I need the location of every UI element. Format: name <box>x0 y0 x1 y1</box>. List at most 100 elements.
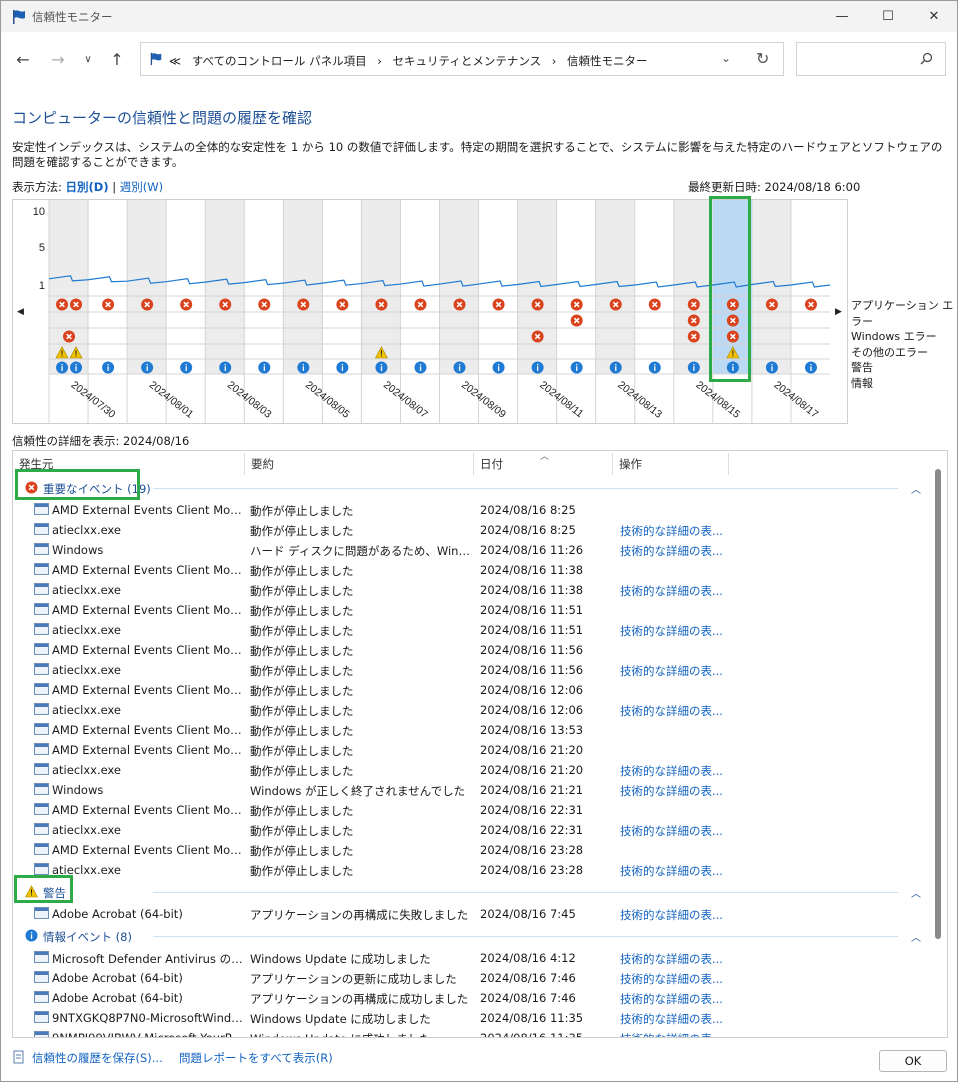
event-row[interactable]: atieclxx.exe 動作が停止しました 2024/08/16 23:28 … <box>13 859 933 879</box>
technical-details-link[interactable]: 技術的な詳細の表... <box>620 523 723 539</box>
error-icon[interactable] <box>63 330 76 343</box>
info-icon[interactable] <box>687 361 700 374</box>
event-row[interactable]: atieclxx.exe 動作が停止しました 2024/08/16 21:20 … <box>13 759 933 779</box>
error-icon[interactable] <box>531 330 544 343</box>
forward-button[interactable]: → <box>46 45 70 73</box>
info-icon[interactable] <box>336 361 349 374</box>
info-icon[interactable] <box>492 361 505 374</box>
collapse-chevron-icon[interactable]: ︿ <box>911 885 921 900</box>
technical-details-link[interactable]: 技術的な詳細の表... <box>620 783 723 799</box>
event-row[interactable]: AMD External Events Client Module 動作が停止し… <box>13 639 933 659</box>
error-icon[interactable] <box>804 298 817 311</box>
collapse-chevron-icon[interactable]: ︿ <box>911 929 921 944</box>
vertical-scrollbar[interactable] <box>935 469 941 939</box>
event-row[interactable]: atieclxx.exe 動作が停止しました 2024/08/16 11:38 … <box>13 579 933 599</box>
collapse-chevron-icon[interactable]: ︿ <box>911 481 921 496</box>
up-button[interactable]: ↑ <box>105 45 129 73</box>
error-icon[interactable] <box>414 298 427 311</box>
technical-details-link[interactable]: 技術的な詳細の表... <box>620 951 723 967</box>
error-icon[interactable] <box>609 298 622 311</box>
error-icon[interactable] <box>258 298 271 311</box>
event-row[interactable]: 9NMPJ99VJBWV-Microsoft.YourPh... Windows… <box>13 1027 933 1037</box>
close-button[interactable]: ✕ <box>911 1 957 32</box>
technical-details-link[interactable]: 技術的な詳細の表... <box>620 763 723 779</box>
info-icon[interactable] <box>258 361 271 374</box>
chart-scroll-left-button[interactable]: ◀ <box>17 307 24 317</box>
info-icon[interactable] <box>219 361 232 374</box>
info-icon[interactable] <box>804 361 817 374</box>
info-icon[interactable] <box>70 361 83 374</box>
info-icon[interactable] <box>531 361 544 374</box>
event-row[interactable]: AMD External Events Client Module 動作が停止し… <box>13 839 933 859</box>
event-row[interactable]: atieclxx.exe 動作が停止しました 2024/08/16 11:51 … <box>13 619 933 639</box>
event-row[interactable]: AMD External Events Client Module 動作が停止し… <box>13 499 933 519</box>
save-history-link[interactable]: 信頼性の履歴を保存(S)... <box>32 1050 163 1066</box>
event-row[interactable]: AMD External Events Client Module 動作が停止し… <box>13 799 933 819</box>
info-icon[interactable] <box>180 361 193 374</box>
search-input[interactable] <box>796 42 946 76</box>
address-dropdown-icon[interactable]: ⌄ <box>721 51 731 65</box>
back-button[interactable]: ← <box>11 45 35 73</box>
event-row[interactable]: AMD External Events Client Module 動作が停止し… <box>13 739 933 759</box>
error-icon[interactable] <box>492 298 505 311</box>
technical-details-link[interactable]: 技術的な詳細の表... <box>620 663 723 679</box>
view-daily-link[interactable]: 日別(D) <box>66 180 109 194</box>
error-icon[interactable] <box>297 298 310 311</box>
event-row[interactable]: AMD External Events Client Module 動作が停止し… <box>13 679 933 699</box>
info-icon[interactable] <box>453 361 466 374</box>
group-header-warning[interactable]: 警告 ︿ <box>13 881 933 903</box>
event-row[interactable]: Windows ハード ディスクに問題があるため、Windows ... 202… <box>13 539 933 559</box>
event-row[interactable]: Windows Windows が正しく終了されませんでした 2024/08/1… <box>13 779 933 799</box>
event-row[interactable]: atieclxx.exe 動作が停止しました 2024/08/16 11:56 … <box>13 659 933 679</box>
error-icon[interactable] <box>687 298 700 311</box>
technical-details-link[interactable]: 技術的な詳細の表... <box>620 971 723 987</box>
technical-details-link[interactable]: 技術的な詳細の表... <box>620 623 723 639</box>
error-icon[interactable] <box>570 314 583 327</box>
breadcrumb-separator[interactable]: › <box>552 54 557 68</box>
column-header-action[interactable]: 操作 <box>613 451 728 477</box>
group-header-info[interactable]: 情報イベント (8) ︿ <box>13 925 933 947</box>
error-icon[interactable] <box>141 298 154 311</box>
info-icon[interactable] <box>56 361 69 374</box>
error-icon[interactable] <box>687 330 700 343</box>
technical-details-link[interactable]: 技術的な詳細の表... <box>620 863 723 879</box>
chart-scroll-right-button[interactable]: ▶ <box>835 307 842 317</box>
error-icon[interactable] <box>219 298 232 311</box>
minimize-button[interactable]: — <box>819 1 865 32</box>
event-row[interactable]: atieclxx.exe 動作が停止しました 2024/08/16 22:31 … <box>13 819 933 839</box>
error-icon[interactable] <box>102 298 115 311</box>
info-icon[interactable] <box>297 361 310 374</box>
info-icon[interactable] <box>102 361 115 374</box>
info-icon[interactable] <box>648 361 661 374</box>
error-icon[interactable] <box>180 298 193 311</box>
event-row[interactable]: Adobe Acrobat (64-bit) アプリケーションの再構成に成功しま… <box>13 987 933 1007</box>
info-icon[interactable] <box>141 361 154 374</box>
info-icon[interactable] <box>414 361 427 374</box>
technical-details-link[interactable]: 技術的な詳細の表... <box>620 1031 723 1037</box>
refresh-icon[interactable]: ↻ <box>756 49 769 68</box>
technical-details-link[interactable]: 技術的な詳細の表... <box>620 991 723 1007</box>
breadcrumb-overflow[interactable]: ≪ <box>169 54 181 68</box>
technical-details-link[interactable]: 技術的な詳細の表... <box>620 823 723 839</box>
view-weekly-link[interactable]: 週別(W) <box>120 180 163 194</box>
error-icon[interactable] <box>336 298 349 311</box>
error-icon[interactable] <box>531 298 544 311</box>
error-icon[interactable] <box>56 298 69 311</box>
error-icon[interactable] <box>570 298 583 311</box>
event-row[interactable]: atieclxx.exe 動作が停止しました 2024/08/16 8:25 技… <box>13 519 933 539</box>
technical-details-link[interactable]: 技術的な詳細の表... <box>620 907 723 923</box>
error-icon[interactable] <box>648 298 661 311</box>
error-icon[interactable] <box>687 314 700 327</box>
error-icon[interactable] <box>70 298 83 311</box>
recent-dropdown-button[interactable]: ∨ <box>76 45 100 73</box>
info-icon[interactable] <box>609 361 622 374</box>
technical-details-link[interactable]: 技術的な詳細の表... <box>620 1011 723 1027</box>
event-row[interactable]: AMD External Events Client Module 動作が停止し… <box>13 599 933 619</box>
event-row[interactable]: 9NTXGKQ8P7N0-MicrosoftWindo... Windows U… <box>13 1007 933 1027</box>
error-icon[interactable] <box>375 298 388 311</box>
info-icon[interactable] <box>375 361 388 374</box>
ok-button[interactable]: OK <box>879 1050 947 1072</box>
breadcrumb-separator[interactable]: › <box>377 54 382 68</box>
address-bar[interactable]: ≪ すべてのコントロール パネル項目 › セキュリティとメンテナンス › 信頼性… <box>140 42 784 76</box>
event-row[interactable]: AMD External Events Client Module 動作が停止し… <box>13 719 933 739</box>
